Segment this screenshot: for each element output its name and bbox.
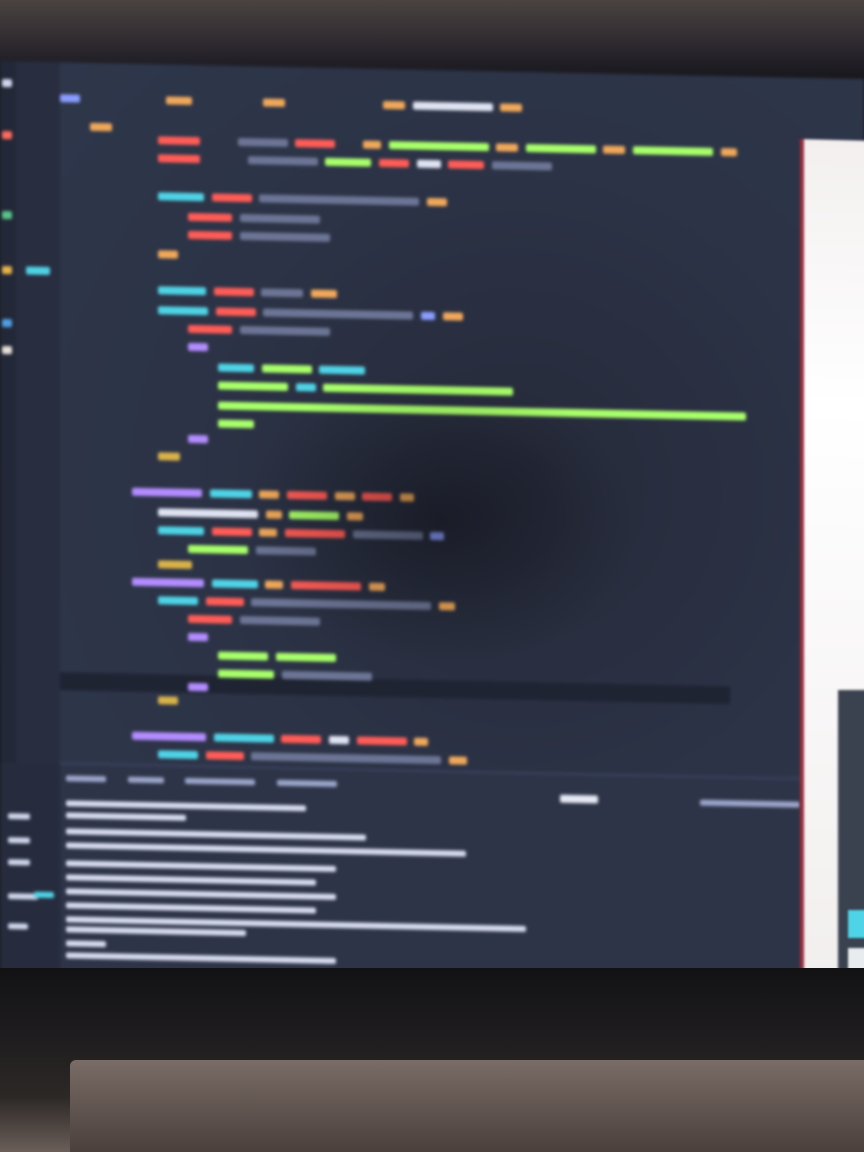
screen-reflection	[240, 365, 640, 675]
terminal-line	[66, 860, 336, 872]
terminal-line	[66, 800, 306, 812]
code-line	[188, 323, 331, 338]
code-line	[90, 121, 113, 133]
terminal-line	[66, 940, 106, 948]
code-line	[158, 558, 193, 571]
terminal-line	[66, 902, 316, 914]
code-line	[158, 450, 181, 462]
code-line	[158, 284, 338, 300]
terminal-selector[interactable]	[560, 794, 598, 804]
terminal-line	[66, 952, 336, 964]
tab-terminal[interactable]	[276, 779, 337, 788]
code-line	[188, 229, 331, 244]
breakpoint-marker[interactable]	[26, 266, 50, 275]
code-line	[60, 92, 523, 114]
side-button[interactable]	[848, 910, 864, 938]
code-line	[158, 694, 179, 706]
extensions-icon[interactable]	[2, 318, 12, 328]
laptop-body	[70, 1060, 864, 1152]
code-line	[188, 631, 209, 643]
terminal-line	[66, 828, 366, 841]
code-line	[158, 748, 468, 766]
code-line	[158, 304, 464, 322]
code-line	[188, 433, 209, 445]
search-icon[interactable]	[2, 130, 12, 140]
photo-of-monitor	[0, 0, 864, 1152]
code-line	[188, 341, 209, 353]
code-line	[218, 668, 373, 683]
terminal-line	[66, 842, 466, 857]
terminal-line	[66, 926, 246, 937]
code-line	[188, 681, 209, 693]
tab-output[interactable]	[127, 776, 164, 784]
tab-debug-console[interactable]	[185, 777, 256, 786]
tab-problems[interactable]	[66, 775, 106, 783]
terminal-toolbar[interactable]	[700, 799, 800, 808]
code-line	[158, 152, 553, 172]
code-line	[158, 190, 448, 208]
terminal-line	[66, 812, 186, 821]
files-icon[interactable]	[2, 78, 12, 88]
code-line	[188, 211, 321, 226]
terminal-line	[66, 874, 316, 886]
run-debug-icon[interactable]	[2, 265, 12, 275]
terminal-line	[66, 888, 336, 900]
code-line	[158, 248, 179, 260]
settings-icon[interactable]	[2, 345, 12, 355]
code-editor-screen	[0, 60, 864, 1005]
code-line	[132, 730, 429, 748]
terminal-gutter	[0, 762, 60, 990]
source-control-icon[interactable]	[2, 210, 12, 220]
